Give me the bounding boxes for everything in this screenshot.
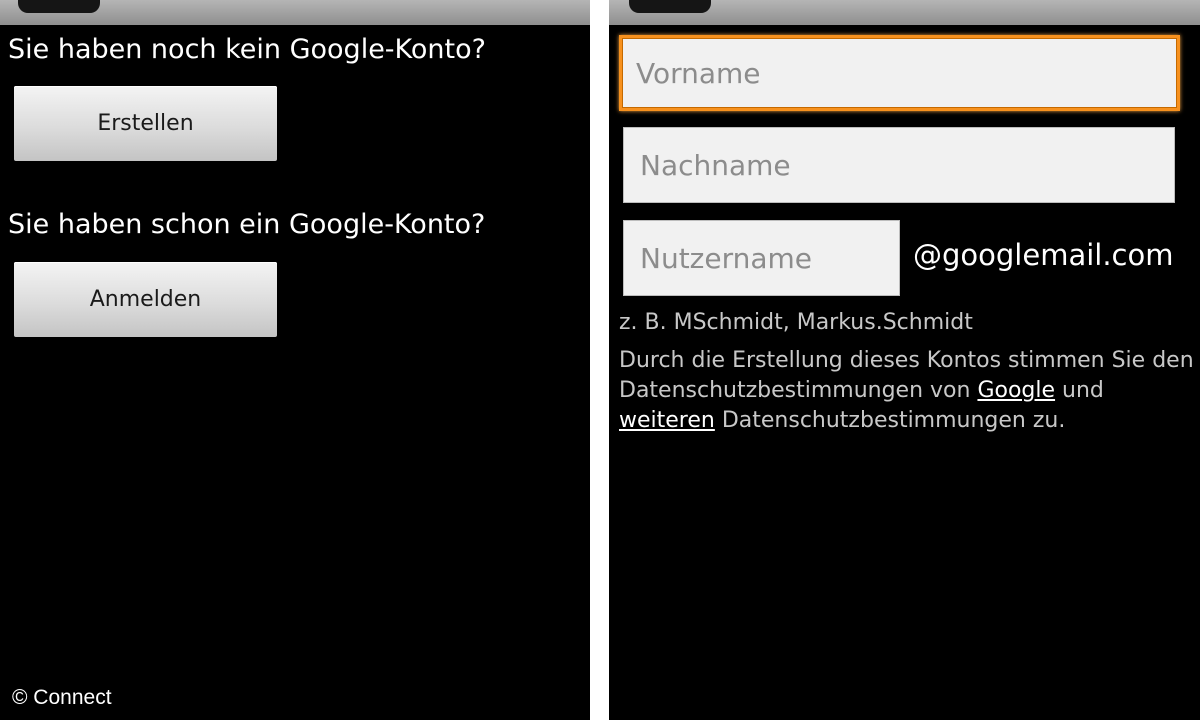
top-bar: [609, 0, 1200, 25]
terms-text: Durch die Erstellung dieses Kontos stimm…: [619, 346, 1194, 436]
app-logo-icon: [18, 0, 100, 13]
no-account-heading: Sie haben noch kein Google-Konto?: [8, 34, 486, 65]
terms-text-part: und: [1055, 378, 1104, 403]
last-name-field[interactable]: [623, 127, 1175, 203]
terms-text-part: Durch die Erstellung dieses Kontos stimm…: [619, 348, 1194, 403]
login-button[interactable]: Anmelden: [14, 262, 277, 337]
email-domain-suffix: @googlemail.com: [913, 238, 1174, 272]
left-screen: Sie haben noch kein Google-Konto? Erstel…: [0, 0, 590, 720]
username-field[interactable]: [623, 220, 900, 296]
first-name-field[interactable]: [619, 35, 1180, 111]
create-account-button[interactable]: Erstellen: [14, 86, 277, 161]
terms-text-part: Datenschutzbestimmungen zu.: [714, 408, 1066, 433]
top-bar: [0, 0, 590, 25]
username-example-hint: z. B. MSchmidt, Markus.Schmidt: [619, 310, 973, 335]
further-privacy-link[interactable]: weiteren: [619, 408, 715, 433]
has-account-heading: Sie haben schon ein Google-Konto?: [8, 209, 486, 240]
google-privacy-link[interactable]: Google: [977, 378, 1055, 403]
copyright-notice: © Connect: [12, 686, 112, 709]
app-logo-icon: [629, 0, 711, 13]
right-screen: @googlemail.com z. B. MSchmidt, Markus.S…: [609, 0, 1200, 720]
